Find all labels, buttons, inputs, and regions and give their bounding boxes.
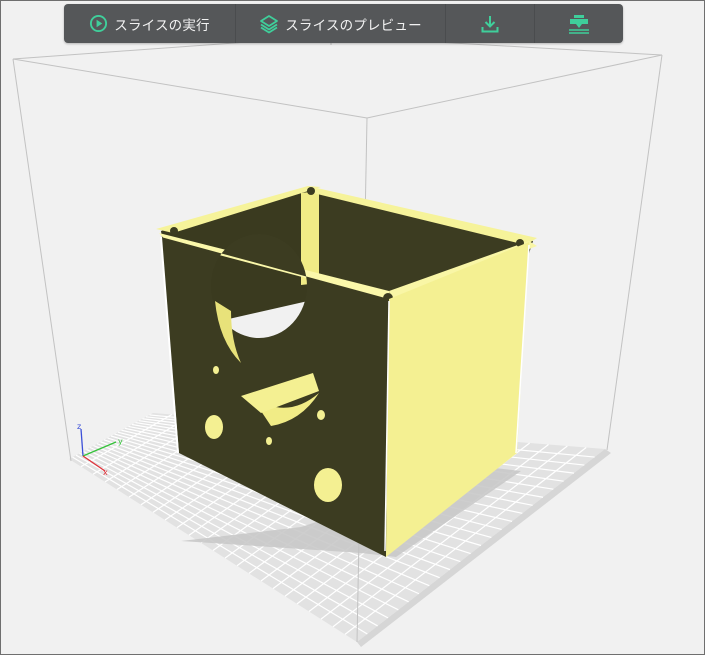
viewer-frame: z y x スライスの実行 スライスのプレビュー <box>0 0 705 655</box>
download-button[interactable] <box>446 4 535 43</box>
play-circle-icon <box>90 14 108 33</box>
3d-viewport[interactable]: z y x <box>1 1 704 654</box>
slice-preview-button[interactable]: スライスのプレビュー <box>236 4 446 43</box>
layers-icon <box>260 14 279 33</box>
axis-x-label: x <box>103 468 108 477</box>
slice-preview-label: スライスのプレビュー <box>285 17 422 34</box>
mount-hole <box>205 415 223 439</box>
download-icon <box>481 15 499 32</box>
axis-y-label: y <box>118 437 123 446</box>
axis-z-label: z <box>77 422 81 431</box>
mount-hole <box>314 468 342 502</box>
slice-run-label: スライスの実行 <box>114 17 210 34</box>
slice-run-button[interactable]: スライスの実行 <box>64 4 236 43</box>
printer-nozzle-icon <box>569 14 589 34</box>
toolbar: スライスの実行 スライスのプレビュー <box>64 4 623 43</box>
send-to-printer-button[interactable] <box>535 4 623 43</box>
